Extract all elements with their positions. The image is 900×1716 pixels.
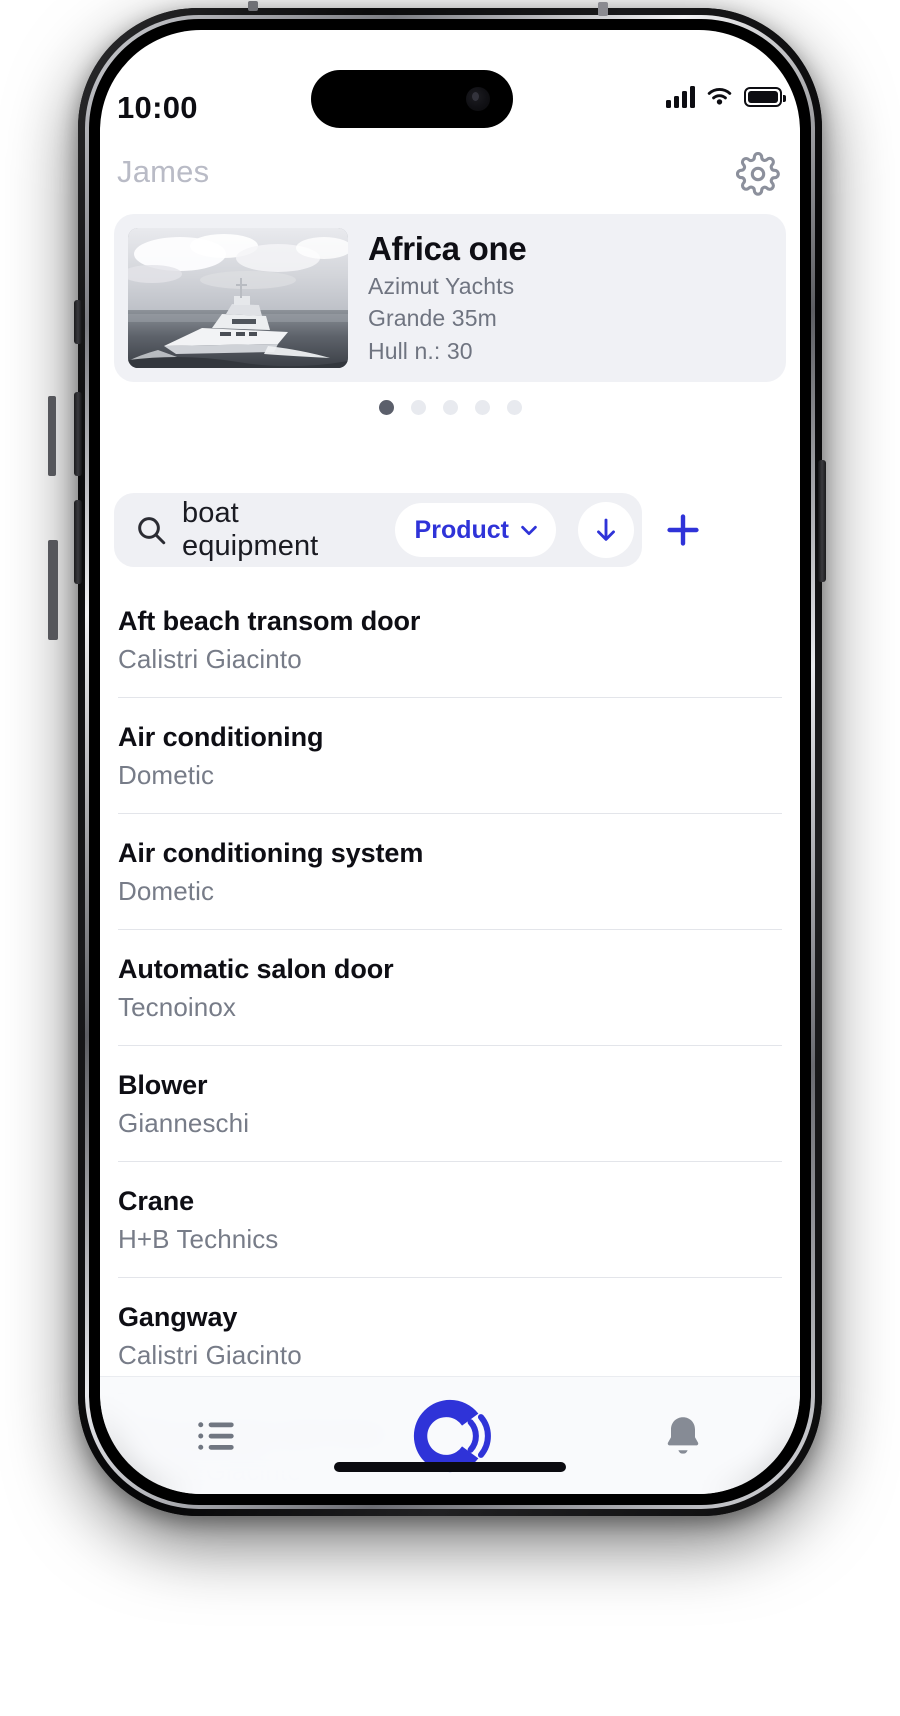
arrow-down-icon <box>597 518 615 541</box>
item-title: Air conditioning system <box>118 838 424 868</box>
wifi-icon <box>707 88 732 105</box>
carousel-dots[interactable] <box>100 400 800 415</box>
item-supplier: Calistri Giacinto <box>118 644 302 674</box>
volume-up-button[interactable] <box>74 392 82 476</box>
phone-screen: 10:00 James Africa one Azimut Yachts Gra… <box>100 30 800 1494</box>
filter-product-dropdown[interactable]: Product <box>394 503 556 557</box>
yacht-name: Africa one <box>368 229 527 267</box>
item-title: Blower <box>118 1070 208 1100</box>
list-item[interactable]: Air conditioning Dometic <box>100 698 800 813</box>
list-item[interactable]: Blower Gianneschi <box>100 1046 800 1161</box>
carousel-dot[interactable] <box>474 400 490 415</box>
silent-switch[interactable] <box>74 300 82 344</box>
search-bar[interactable]: boat equipment Product <box>114 493 642 567</box>
sort-direction-button[interactable] <box>578 502 634 558</box>
item-supplier: Dometic <box>118 760 215 790</box>
yacht-hull-number: Hull n.: 30 <box>368 337 473 364</box>
battery-full-icon <box>744 87 786 107</box>
carousel-dot[interactable] <box>442 400 458 415</box>
status-clock: 10:00 <box>117 90 198 125</box>
status-indicators <box>666 86 786 108</box>
frame-antenna-line <box>48 396 56 476</box>
carousel-dot[interactable] <box>506 400 522 415</box>
item-title: Crane <box>118 1186 195 1216</box>
bell-icon <box>668 1416 699 1454</box>
yacht-builder: Azimut Yachts <box>368 272 515 299</box>
gear-icon[interactable] <box>735 151 780 196</box>
frame-antenna-line <box>248 1 258 11</box>
carousel-dot[interactable] <box>378 400 394 415</box>
carousel-dot[interactable] <box>410 400 426 415</box>
equipment-list: Aft beach transom door Calistri Giacinto… <box>100 582 800 1494</box>
item-title: Air conditioning <box>118 722 324 752</box>
yacht-card[interactable]: Africa one Azimut Yachts Grande 35m Hull… <box>114 214 786 382</box>
plus-icon <box>667 514 699 546</box>
list-item[interactable]: Aft beach transom door Calistri Giacinto <box>100 582 800 697</box>
list-icon <box>197 1421 234 1450</box>
yacht-details: Africa one Azimut Yachts Grande 35m Hull… <box>368 229 527 366</box>
search-input[interactable]: boat equipment <box>182 497 381 563</box>
item-title: Gangway <box>118 1302 238 1332</box>
bottom-tab-bar <box>100 1376 800 1494</box>
screenshot-root: 10:00 James Africa one Azimut Yachts Gra… <box>0 0 900 1716</box>
status-bar: 10:00 <box>100 30 800 142</box>
filter-label: Product <box>414 515 509 544</box>
add-button[interactable] <box>648 493 718 567</box>
power-button[interactable] <box>818 460 826 582</box>
item-supplier: Dometic <box>118 876 215 906</box>
volume-down-button[interactable] <box>74 500 82 584</box>
item-supplier: Calistri Giacinto <box>118 1340 302 1370</box>
search-icon <box>138 517 166 545</box>
item-title: Aft beach transom door <box>118 606 421 636</box>
item-title: Automatic salon door <box>118 954 394 984</box>
frame-antenna-line <box>48 540 58 640</box>
list-item[interactable]: Air conditioning system Dometic <box>100 814 800 929</box>
sidebar-item-notifications[interactable] <box>623 1396 743 1476</box>
chevron-down-icon <box>521 525 537 536</box>
app-content: James Africa one Azimut Yachts Grande 35… <box>100 142 800 1494</box>
home-indicator[interactable] <box>334 1462 566 1472</box>
search-row: boat equipment Product <box>100 490 800 570</box>
cellular-bars-icon <box>666 86 695 108</box>
user-greeting: James <box>117 154 210 189</box>
frame-antenna-line <box>598 2 608 16</box>
list-item[interactable]: Automatic salon door Tecnoinox <box>100 930 800 1045</box>
app-header: James <box>100 142 800 212</box>
dynamic-island <box>311 70 513 128</box>
item-supplier: Gianneschi <box>118 1108 250 1138</box>
yacht-photo <box>128 228 348 368</box>
list-item[interactable]: Crane H+B Technics <box>100 1162 800 1277</box>
sidebar-item-list[interactable] <box>157 1396 277 1476</box>
yacht-model: Grande 35m <box>368 305 497 332</box>
front-camera-icon <box>466 87 490 111</box>
item-supplier: H+B Technics <box>118 1224 279 1254</box>
item-supplier: Tecnoinox <box>118 992 236 1022</box>
